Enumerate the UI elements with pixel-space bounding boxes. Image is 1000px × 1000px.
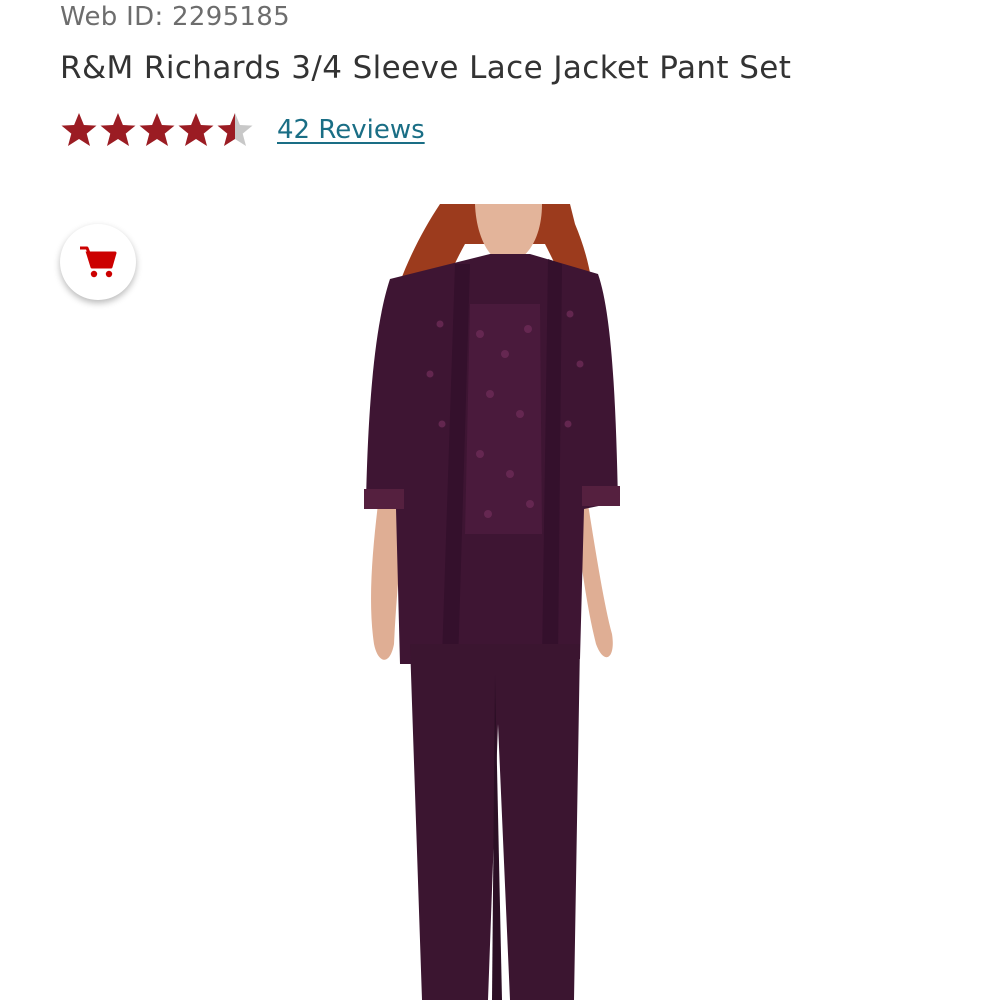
model-cuff-right [582, 486, 620, 506]
star-full-icon [178, 113, 214, 146]
reviews-link[interactable]: 42 Reviews [277, 115, 425, 145]
product-title: R&M Richards 3/4 Sleeve Lace Jacket Pant… [60, 50, 792, 86]
star-full-icon [100, 113, 136, 146]
rating-row: 42 Reviews [60, 108, 425, 152]
star-half-icon [217, 113, 253, 146]
model-cuff-left [364, 489, 404, 509]
product-image [364, 204, 620, 1000]
add-to-cart-button[interactable] [60, 224, 136, 300]
star-rating [60, 111, 255, 149]
star-full-icon [139, 113, 175, 146]
star-full-icon [61, 113, 97, 146]
web-id: Web ID: 2295185 [60, 2, 290, 32]
model-lace-top [465, 304, 542, 534]
shopping-cart-icon [80, 246, 117, 278]
